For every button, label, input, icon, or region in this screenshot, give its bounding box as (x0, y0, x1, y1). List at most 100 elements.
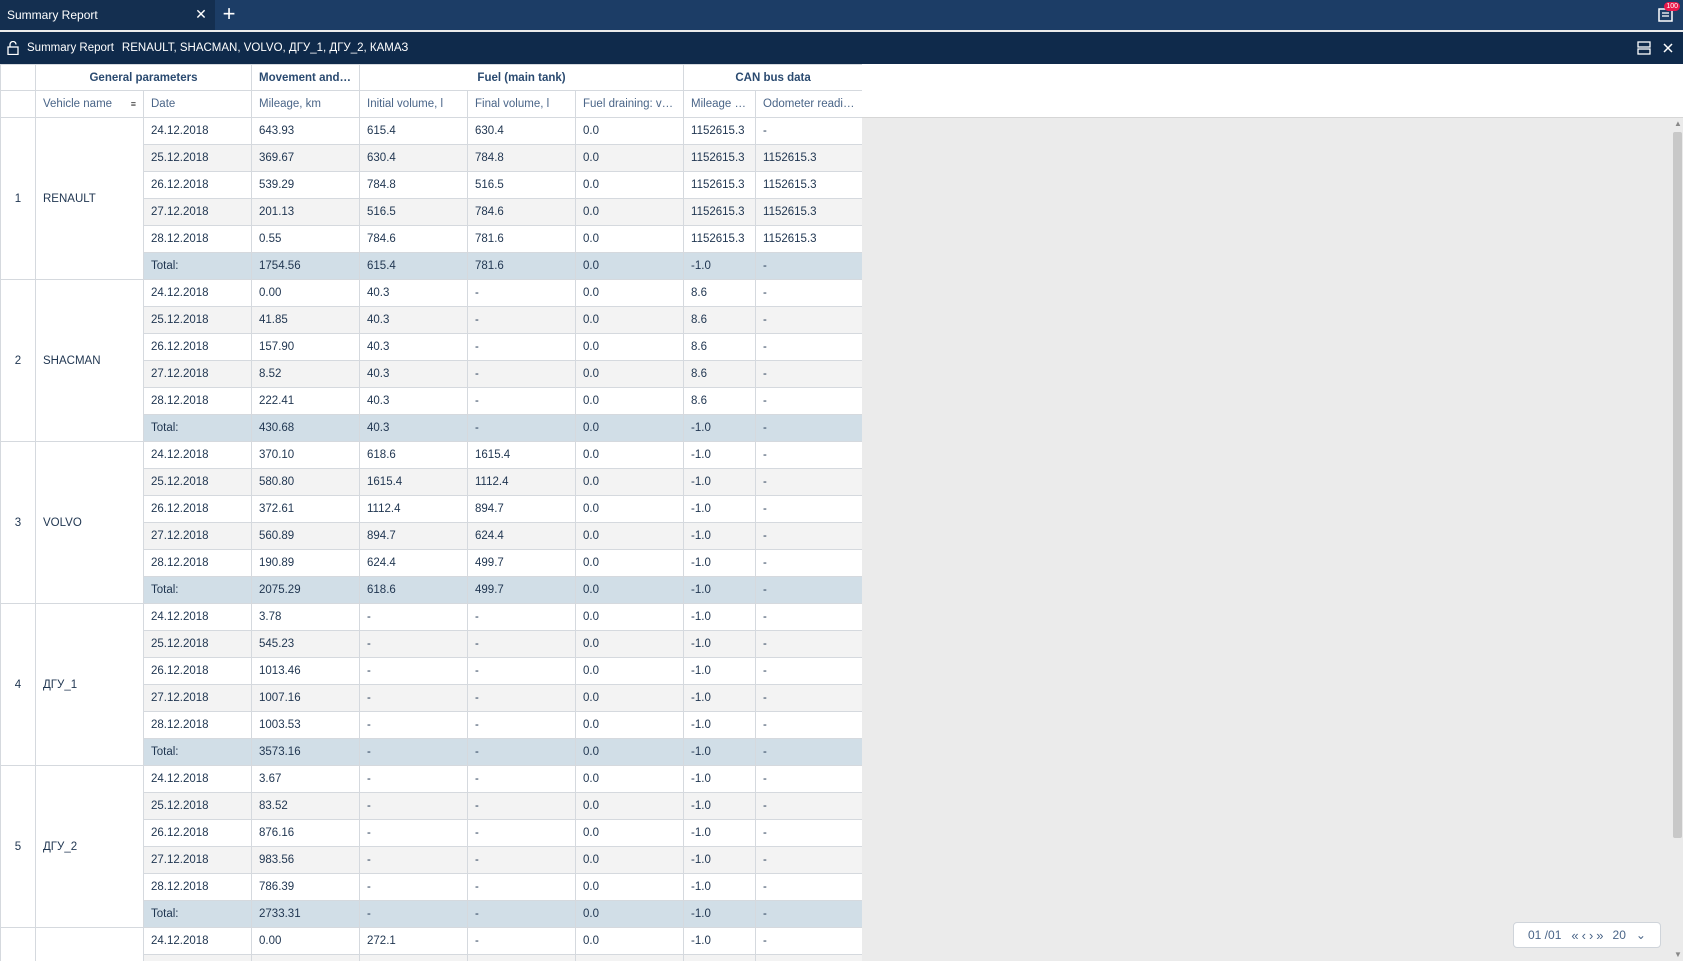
data-cell: 0.0 (575, 738, 685, 766)
table-row[interactable]: 2 SHACMAN 24.12.2018 0.00 40.3-0.0 8.6- (0, 279, 862, 442)
data-cell: - (467, 279, 577, 307)
scroll-up-icon[interactable]: ▲ (1674, 120, 1682, 128)
date-cell: 25.12.2018 (142, 630, 253, 658)
vertical-scrollbar[interactable]: ▲ ▼ (1672, 118, 1683, 961)
data-cell: -1.0 (683, 441, 757, 469)
column-header-odometer[interactable]: Odometer reading... (755, 90, 862, 118)
data-cell: 8.6 (683, 360, 757, 388)
column-header-final-volume[interactable]: Final volume, l (467, 90, 577, 118)
data-cell: 1152615.3 (683, 171, 757, 199)
total-label-cell: Total: (142, 900, 253, 928)
data-cell: - (467, 387, 577, 415)
vehicle-name-cell[interactable]: ДГУ_1 (35, 603, 144, 766)
date-cell: 28.12.2018 (142, 711, 253, 739)
chevron-down-icon[interactable]: ⌄ (1636, 928, 1646, 942)
data-cell: 784.8 (359, 171, 469, 199)
first-page-icon[interactable]: « (1571, 928, 1578, 943)
last-page-icon[interactable]: » (1596, 928, 1603, 943)
data-cell: - (755, 630, 862, 658)
group-header: Fuel (main tank) (359, 64, 685, 91)
data-cell: -1.0 (683, 549, 757, 577)
column-header-vehicle-name[interactable]: Vehicle name ≡ (35, 90, 144, 118)
table-row[interactable]: 24.12.2018 0.00 272.1-0.0 -1.0- (0, 927, 862, 961)
data-cell: 0.0 (575, 414, 685, 442)
sort-icon[interactable]: ≡ (131, 99, 136, 109)
data-cell: 630.4 (467, 117, 577, 145)
data-cell: 0.0 (575, 765, 685, 793)
data-cell: 624.4 (359, 549, 469, 577)
vehicle-name-cell[interactable]: ДГУ_2 (35, 765, 144, 928)
data-cell: 40.3 (359, 387, 469, 415)
date-cell: 28.12.2018 (142, 225, 253, 253)
lock-icon[interactable] (7, 41, 19, 55)
data-cell: 157.90 (251, 333, 361, 361)
data-cell: 983.56 (251, 846, 361, 874)
data-cell: - (359, 738, 469, 766)
layout-icon[interactable] (1637, 40, 1651, 56)
pagination: 01 /01 « ‹ › » 20 ⌄ (1513, 922, 1661, 948)
data-cell: 8.6 (683, 306, 757, 334)
column-header-initial-volume[interactable]: Initial volume, l (359, 90, 469, 118)
date-cell: 25.12.2018 (142, 306, 253, 334)
data-cell: - (755, 819, 862, 847)
table-row[interactable]: 4 ДГУ_1 24.12.2018 3.78- -0.0 -1.0- (0, 603, 862, 766)
data-cell: 0.0 (575, 333, 685, 361)
data-cell: - (467, 711, 577, 739)
column-header-mileage-at[interactable]: Mileage at... (683, 90, 757, 118)
page-size-select[interactable]: 20 (1613, 928, 1626, 942)
prev-page-icon[interactable]: ‹ (1582, 928, 1586, 943)
table-row[interactable]: 5 ДГУ_2 24.12.2018 3.67- -0.0 -1.0- (0, 765, 862, 928)
date-cell: 24.12.2018 (142, 603, 253, 631)
next-page-icon[interactable]: › (1589, 928, 1593, 943)
column-header-date[interactable]: Date (142, 90, 253, 118)
vehicle-name-cell[interactable] (35, 927, 144, 961)
data-cell: - (755, 873, 862, 901)
data-cell: 0.00 (251, 927, 361, 955)
close-report-icon[interactable] (1661, 40, 1675, 56)
data-cell: 0.0 (575, 549, 685, 577)
data-cell: 190.89 (251, 549, 361, 577)
data-cell (359, 954, 469, 961)
column-header-fuel-draining[interactable]: Fuel draining: volu... (575, 90, 685, 118)
data-cell: 1615.4 (359, 468, 469, 496)
data-cell (251, 954, 361, 961)
data-cell: 0.0 (575, 360, 685, 388)
close-tab-icon[interactable]: ✕ (195, 7, 207, 21)
table-row[interactable]: 3 VOLVO 24.12.2018 370.10 618.6 1615.4 0.0 -1.0… (0, 441, 862, 604)
notification-badge: 100 (1664, 2, 1680, 11)
data-cell: -1.0 (683, 684, 757, 712)
data-cell: - (359, 873, 469, 901)
data-cell: - (755, 549, 862, 577)
scroll-down-icon[interactable]: ▼ (1674, 951, 1682, 959)
total-label-cell: Total: (142, 252, 253, 280)
data-cell: 0.0 (575, 171, 685, 199)
data-cell: 0.0 (575, 117, 685, 145)
notifications-icon[interactable]: 100 (1657, 2, 1680, 24)
add-tab-icon[interactable]: + (218, 3, 240, 26)
data-cell: 0.0 (575, 927, 685, 955)
data-cell: 3573.16 (251, 738, 361, 766)
column-header-mileage[interactable]: Mileage, km (251, 90, 361, 118)
data-cell: 3.67 (251, 765, 361, 793)
table-row[interactable]: 1 RENAULT 24.12.2018 643.93 615.4 630.4 0.0 115… (0, 117, 862, 280)
scrollbar-thumb[interactable] (1673, 132, 1682, 838)
data-cell: - (467, 684, 577, 712)
vehicle-name-cell[interactable]: SHACMAN (35, 279, 144, 442)
data-cell: - (755, 468, 862, 496)
tab-summary-report[interactable]: Summary Report ✕ (0, 0, 215, 30)
data-cell: 0.0 (575, 468, 685, 496)
data-cell: -1.0 (683, 495, 757, 523)
data-cell: 615.4 (359, 117, 469, 145)
date-cell: 24.12.2018 (142, 279, 253, 307)
date-cell: 25.12.2018 (142, 468, 253, 496)
data-cell: 41.85 (251, 306, 361, 334)
vehicle-name-cell[interactable]: VOLVO (35, 441, 144, 604)
data-cell: - (359, 765, 469, 793)
data-cell: 0.0 (575, 900, 685, 928)
data-cell: - (755, 522, 862, 550)
data-cell: - (467, 900, 577, 928)
vehicle-name-cell[interactable]: RENAULT (35, 117, 144, 280)
group-header: Movement and ac... (251, 64, 361, 91)
date-cell: 27.12.2018 (142, 684, 253, 712)
data-cell: 1152615.3 (683, 225, 757, 253)
